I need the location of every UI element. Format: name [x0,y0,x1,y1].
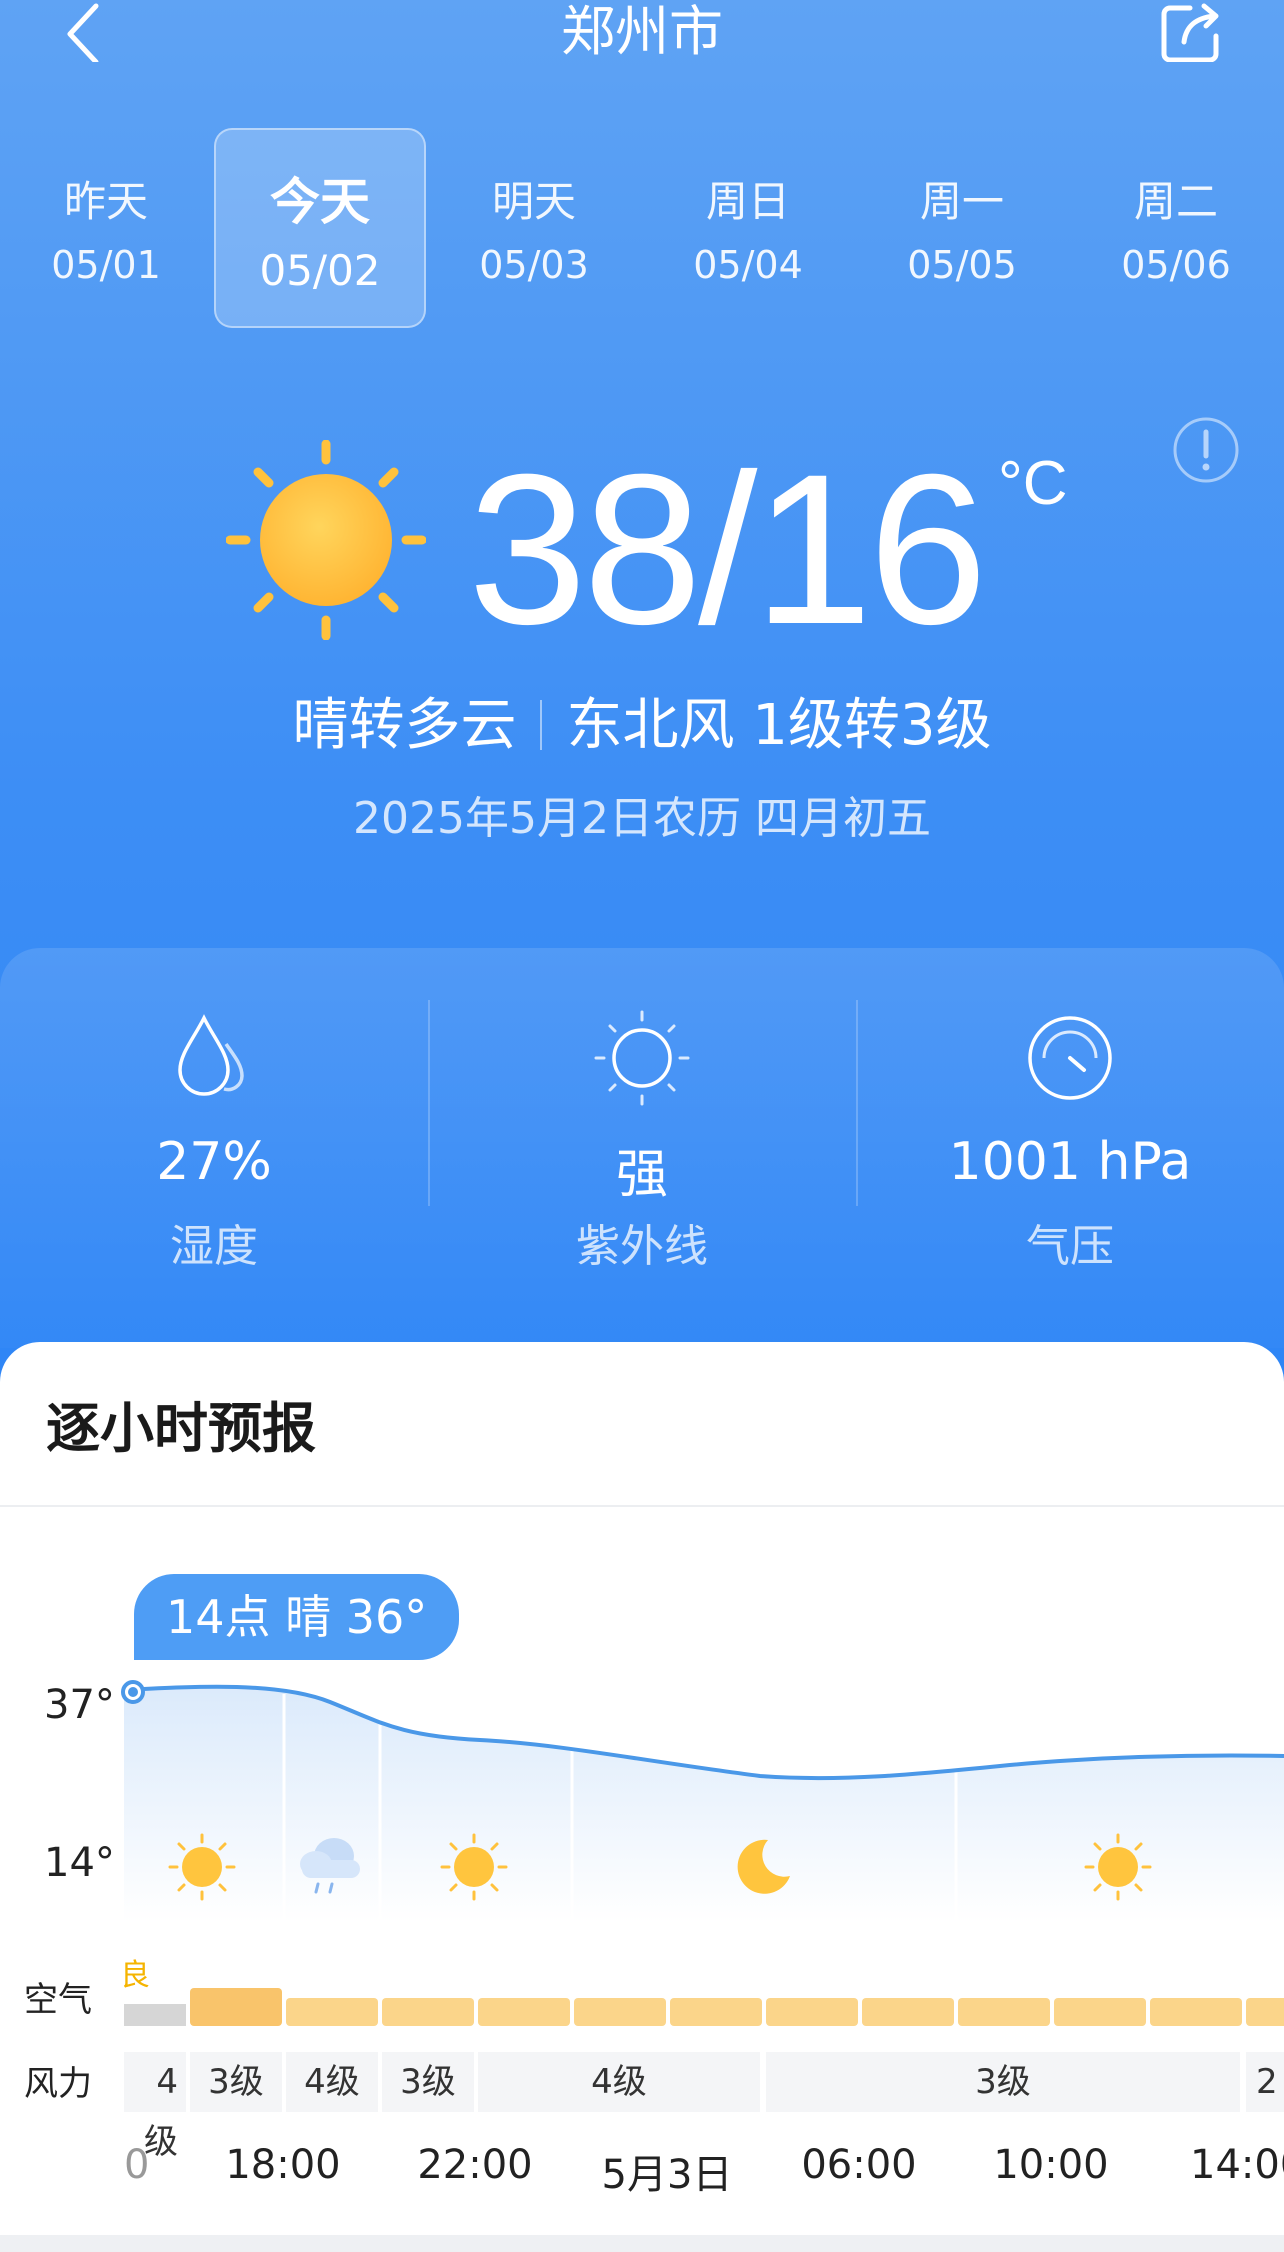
wind-cell: 4级 [478,2052,760,2112]
day-tab-sunday[interactable]: 周日 05/04 [642,128,854,328]
time-label: 14:00 [1190,2142,1284,2188]
wind-cell: 4级 [286,2052,378,2112]
divider [540,700,543,750]
time-label: 06:00 [801,2142,917,2188]
day-date: 05/02 [259,246,381,295]
pressure-label: 气压 [1026,1221,1114,1272]
hourly-forecast-panel: 逐小时预报 14点 晴 36° 37° 14° 空气 良 风力 4级 3级 4级… [0,1342,1284,2235]
wind-cell: 2 [1246,2052,1284,2112]
day-date: 05/06 [1121,243,1231,287]
date-line: 2025年5月2日农历 四月初五 [353,793,931,844]
info-button[interactable] [1172,416,1240,484]
stat-pressure: 1001 hPa 气压 [856,948,1284,1308]
day-tab-tuesday[interactable]: 周二 05/06 [1070,128,1282,328]
stat-humidity: 27% 湿度 [0,948,428,1308]
time-label: 18:00 [225,2142,341,2188]
humidity-value: 27% [156,1132,272,1192]
sun-icon [226,440,426,640]
y-min-label: 14° [44,1840,115,1886]
time-label: 0 [124,2142,150,2188]
selected-hour-tooltip: 14点 晴 36° [134,1574,460,1660]
temperature-unit: °C [998,449,1068,518]
uv-label: 紫外线 [576,1221,708,1272]
wind-cell: 3级 [190,2052,282,2112]
day-tab-tomorrow[interactable]: 明天 05/03 [428,128,640,328]
wind-row-label: 风力 [24,2064,92,2104]
temperature-range: 38/16 [468,430,988,669]
uv-value: 强 [615,1145,668,1205]
humidity-label: 湿度 [170,1221,258,1272]
share-icon [1161,3,1219,63]
rain-cloud-icon [300,1838,360,1894]
weather-screen: 郑州市 昨天 05/01 今天 05/02 明天 05/03 周日 05/04 … [0,0,1284,2252]
header: 郑州市 [0,0,1284,70]
wind-cell: 3级 [382,2052,474,2112]
condition-line: 晴转多云 东北风 1级转3级 [0,690,1284,762]
day-name: 今天 [270,173,370,231]
pressure-value: 1001 hPa [948,1132,1192,1192]
stat-uv: 强 紫外线 [428,948,856,1308]
stats-card: 27% 湿度 强 紫外线 1001 hPa 气压 [0,948,1284,1348]
moon-icon [737,1839,790,1894]
uv-sun-icon [594,1010,690,1106]
day-date: 05/04 [693,243,803,287]
bottom-strip [0,2235,1284,2252]
day-name: 明天 [491,177,576,226]
wind-cell: 4级 [124,2052,186,2162]
sun-icon [440,1833,508,1901]
info-icon [1173,417,1239,483]
day-date: 05/01 [51,243,161,287]
day-name: 昨天 [63,177,148,226]
y-max-label: 37° [44,1682,115,1728]
time-label: 10:00 [993,2142,1109,2188]
weather-condition: 晴转多云 [292,693,517,758]
day-name: 周日 [705,177,790,226]
share-button[interactable] [1160,2,1220,63]
hourly-chart[interactable]: 14点 晴 36° 37° 14° 空气 良 风力 4级 3级 4级 3级 4级… [0,1342,1284,2235]
air-row-label: 空气 [24,1980,92,2020]
day-tab-yesterday[interactable]: 昨天 05/01 [0,128,212,328]
time-label: 22:00 [417,2142,533,2188]
sun-icon [1084,1833,1152,1901]
city-title: 郑州市 [561,0,723,63]
day-tab-today[interactable]: 今天 05/02 [214,128,426,328]
pressure-gauge-icon [1028,1016,1112,1100]
day-tab-monday[interactable]: 周一 05/05 [856,128,1068,328]
humidity-icon [178,1014,244,1096]
day-date: 05/05 [907,243,1017,287]
day-name: 周一 [919,177,1004,226]
wind-info: 东北风 1级转3级 [566,693,992,758]
day-tabs: 昨天 05/01 今天 05/02 明天 05/03 周日 05/04 周一 0… [0,128,1284,328]
day-name: 周二 [1133,177,1218,226]
air-quality-bars [124,1988,1284,2026]
sun-icon [168,1833,236,1901]
wind-cell: 3级 [766,2052,1240,2112]
time-label: 5月3日 [601,2152,733,2198]
day-date: 05/03 [479,243,589,287]
